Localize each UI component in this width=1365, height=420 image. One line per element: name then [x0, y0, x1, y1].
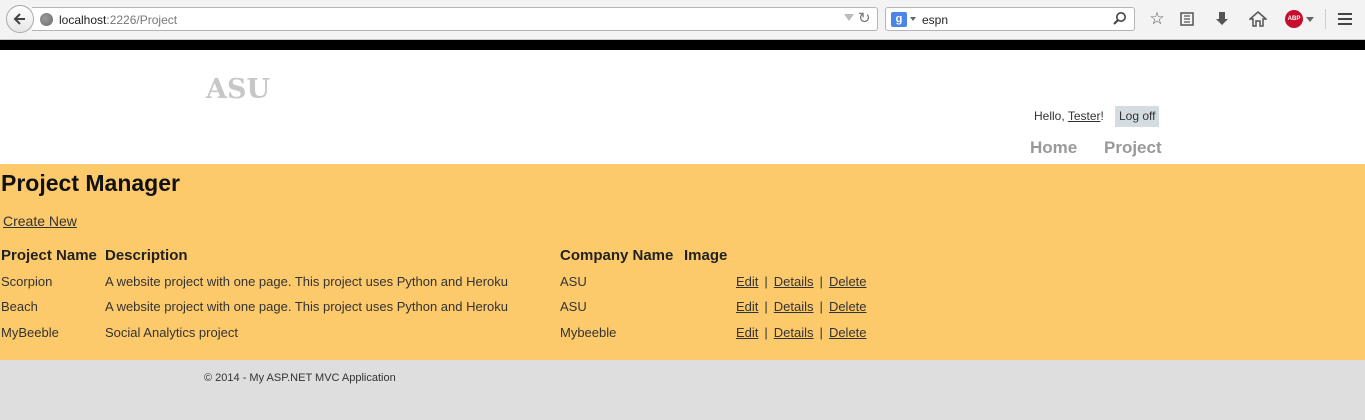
site-title[interactable]: ASU: [206, 74, 270, 105]
back-arrow-icon: [13, 13, 25, 25]
page-title: Project Manager: [1, 170, 180, 196]
action-separator: |: [764, 274, 768, 289]
downloads-icon[interactable]: [1212, 9, 1232, 29]
edit-link[interactable]: Edit: [736, 325, 758, 340]
menu-icon[interactable]: [1335, 9, 1355, 29]
top-strip: [0, 40, 1365, 50]
url-path: :2226/Project: [106, 13, 178, 27]
delete-link[interactable]: Delete: [829, 274, 867, 289]
cell-company-name: ASU: [560, 299, 587, 314]
engine-dropdown-icon[interactable]: [910, 17, 916, 21]
url-text[interactable]: localhost:2226/Project: [59, 13, 177, 27]
cell-description: Social Analytics project: [105, 325, 238, 340]
column-header-project-name: Project Name: [1, 247, 97, 264]
home-icon[interactable]: [1248, 9, 1268, 29]
search-bar[interactable]: g espn: [885, 7, 1135, 31]
cell-project-name: Beach: [1, 299, 38, 314]
action-separator: |: [764, 325, 768, 340]
site-header: ASU Hello, Tester! Log off Home Project: [0, 50, 1365, 164]
history-dropdown-icon[interactable]: [844, 14, 854, 21]
action-separator: |: [764, 299, 768, 314]
copyright-text: © 2014 - My ASP.NET MVC Application: [204, 372, 396, 384]
site-identity-icon[interactable]: [40, 13, 53, 26]
greeting-suffix: !: [1100, 109, 1104, 123]
login-greeting: Hello, Tester!: [1034, 109, 1104, 123]
column-header-image: Image: [684, 247, 728, 264]
details-link[interactable]: Details: [774, 299, 814, 314]
url-host: localhost: [59, 13, 107, 27]
row-actions: Edit | Details | Delete: [736, 325, 867, 340]
cell-description: A website project with one page. This pr…: [105, 274, 508, 289]
cell-company-name: Mybeeble: [560, 325, 617, 340]
cell-project-name: MyBeeble: [1, 325, 59, 340]
main-content: Project Manager Create New Project Name …: [0, 164, 1365, 360]
bookmark-star-icon[interactable]: ☆: [1147, 9, 1167, 29]
details-link[interactable]: Details: [774, 325, 814, 340]
reading-list-icon[interactable]: [1177, 9, 1197, 29]
row-actions: Edit | Details | Delete: [736, 274, 867, 289]
toolbar-divider: [1325, 9, 1326, 29]
edit-link[interactable]: Edit: [736, 299, 758, 314]
site-footer: © 2014 - My ASP.NET MVC Application: [0, 360, 1365, 420]
cell-company-name: ASU: [560, 274, 587, 289]
reload-icon[interactable]: ↻: [858, 11, 871, 27]
adblock-icon[interactable]: ABP: [1285, 10, 1303, 28]
nav-project[interactable]: Project: [1104, 138, 1162, 158]
google-icon[interactable]: g: [891, 12, 907, 27]
nav-home[interactable]: Home: [1030, 138, 1077, 158]
search-icon[interactable]: [1112, 11, 1128, 27]
cell-project-name: Scorpion: [1, 274, 53, 289]
search-input[interactable]: espn: [922, 13, 948, 27]
create-new-link[interactable]: Create New: [3, 213, 77, 229]
delete-link[interactable]: Delete: [829, 299, 867, 314]
adblock-dropdown-icon[interactable]: [1306, 17, 1314, 22]
details-link[interactable]: Details: [774, 274, 814, 289]
action-separator: |: [819, 274, 823, 289]
browser-toolbar: localhost:2226/Project ↻ g espn ☆ ABP: [0, 0, 1365, 40]
username-link[interactable]: Tester: [1068, 109, 1101, 123]
column-header-company-name: Company Name: [560, 247, 674, 264]
edit-link[interactable]: Edit: [736, 274, 758, 289]
logoff-button[interactable]: Log off: [1115, 106, 1160, 127]
greeting-prefix: Hello,: [1034, 109, 1065, 123]
action-separator: |: [819, 325, 823, 340]
back-button[interactable]: [6, 5, 34, 33]
cell-description: A website project with one page. This pr…: [105, 299, 508, 314]
address-bar[interactable]: localhost:2226/Project ↻: [32, 7, 878, 31]
column-header-description: Description: [105, 247, 188, 264]
row-actions: Edit | Details | Delete: [736, 299, 867, 314]
delete-link[interactable]: Delete: [829, 325, 867, 340]
action-separator: |: [819, 299, 823, 314]
